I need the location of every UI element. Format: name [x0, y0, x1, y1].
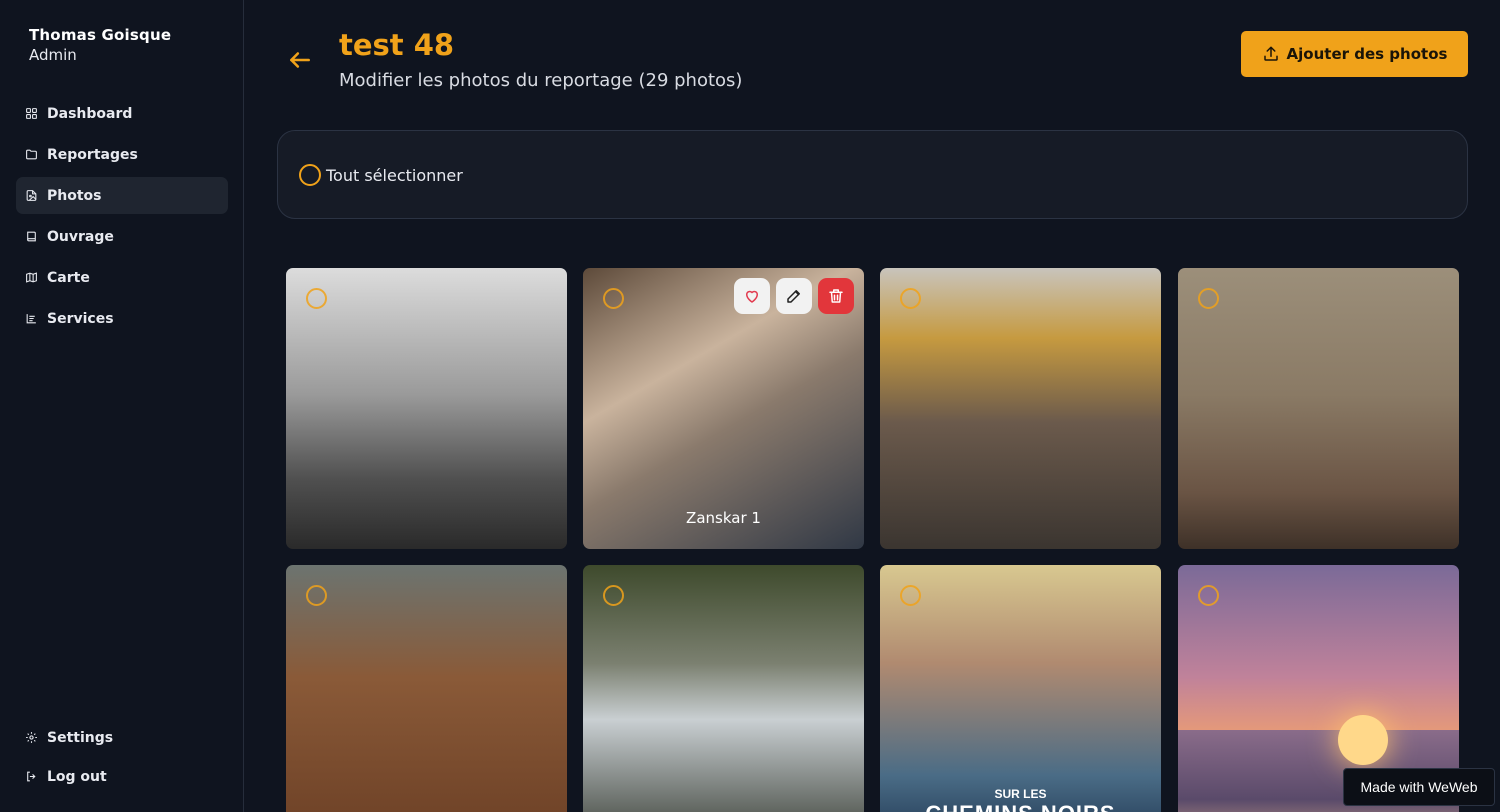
- trash-icon: [829, 289, 843, 303]
- photo-select-checkbox[interactable]: [900, 288, 921, 309]
- nav-item-logout[interactable]: Log out: [16, 758, 228, 795]
- delete-button[interactable]: [818, 278, 854, 314]
- book-icon: [25, 230, 38, 243]
- nav-item-photos[interactable]: Photos: [16, 177, 228, 214]
- photo-card[interactable]: [286, 268, 567, 549]
- select-all-toggle[interactable]: Tout sélectionner: [299, 164, 463, 186]
- bottom-nav: Settings Log out: [16, 719, 228, 797]
- sidebar: Thomas Goisque Admin Dashboard Reportage…: [0, 0, 244, 812]
- photo-select-checkbox[interactable]: [306, 288, 327, 309]
- nav-label: Reportages: [47, 146, 138, 163]
- upload-icon: [1263, 46, 1278, 61]
- sunset-sun: [1338, 715, 1388, 765]
- heart-icon: [746, 290, 758, 303]
- photo-select-checkbox[interactable]: [603, 288, 624, 309]
- page-subtitle: Modifier les photos du reportage (29 pho…: [339, 70, 743, 91]
- nav-label: Photos: [47, 187, 102, 204]
- photo-card[interactable]: Zanskar 1: [583, 268, 864, 549]
- image-file-icon: [25, 189, 38, 202]
- nav-label: Settings: [47, 729, 114, 746]
- back-button[interactable]: [287, 47, 313, 73]
- photo-caption: Zanskar 1: [686, 509, 761, 527]
- photo-actions: [728, 278, 854, 314]
- nav-item-ouvrage[interactable]: Ouvrage: [16, 218, 228, 255]
- made-with-weweb-badge[interactable]: Made with WeWeb: [1343, 768, 1495, 806]
- nav-item-services[interactable]: Services: [16, 300, 228, 337]
- photo-card[interactable]: [880, 268, 1161, 549]
- select-all-label: Tout sélectionner: [326, 165, 463, 185]
- favorite-button[interactable]: [734, 278, 770, 314]
- poster-title: SUR LES CHEMINS NOIRS: [880, 787, 1161, 812]
- selection-bar: Tout sélectionner: [277, 130, 1468, 219]
- edit-icon: [787, 290, 800, 303]
- photo-card[interactable]: [286, 565, 567, 812]
- photo-card[interactable]: [1178, 268, 1459, 549]
- photo-card[interactable]: [583, 565, 864, 812]
- nav-label: Services: [47, 310, 114, 327]
- page-title: test 48: [339, 28, 455, 62]
- user-name: Thomas Goisque: [29, 26, 172, 44]
- photo-select-checkbox[interactable]: [1198, 585, 1219, 606]
- nav-label: Log out: [47, 768, 107, 785]
- add-photos-label: Ajouter des photos: [1286, 45, 1448, 63]
- nav-item-settings[interactable]: Settings: [16, 719, 228, 756]
- photo-select-checkbox[interactable]: [603, 585, 624, 606]
- photo-select-checkbox[interactable]: [900, 585, 921, 606]
- user-role: Admin: [29, 46, 77, 64]
- gear-icon: [25, 731, 38, 744]
- user-info: Thomas Goisque Admin: [29, 26, 171, 64]
- nav-item-dashboard[interactable]: Dashboard: [16, 95, 228, 132]
- photo-select-checkbox[interactable]: [1198, 288, 1219, 309]
- nav-label: Carte: [47, 269, 90, 286]
- logout-icon: [25, 770, 38, 783]
- main-nav: Dashboard Reportages Photos Ouvrage Cart…: [16, 95, 228, 341]
- nav-item-carte[interactable]: Carte: [16, 259, 228, 296]
- select-all-checkbox[interactable]: [299, 164, 321, 186]
- grid-icon: [25, 107, 38, 120]
- nav-item-reportages[interactable]: Reportages: [16, 136, 228, 173]
- edit-button[interactable]: [776, 278, 812, 314]
- photo-card[interactable]: SUR LES CHEMINS NOIRS: [880, 565, 1161, 812]
- add-photos-button[interactable]: Ajouter des photos: [1241, 31, 1468, 77]
- map-icon: [25, 271, 38, 284]
- poster-title-small: SUR LES: [994, 787, 1047, 801]
- photo-select-checkbox[interactable]: [306, 585, 327, 606]
- nav-label: Ouvrage: [47, 228, 114, 245]
- nav-label: Dashboard: [47, 105, 133, 122]
- arrow-left-icon: [290, 52, 310, 68]
- folder-icon: [25, 148, 38, 161]
- poster-title-big: CHEMINS NOIRS: [880, 801, 1161, 812]
- list-icon: [25, 312, 38, 325]
